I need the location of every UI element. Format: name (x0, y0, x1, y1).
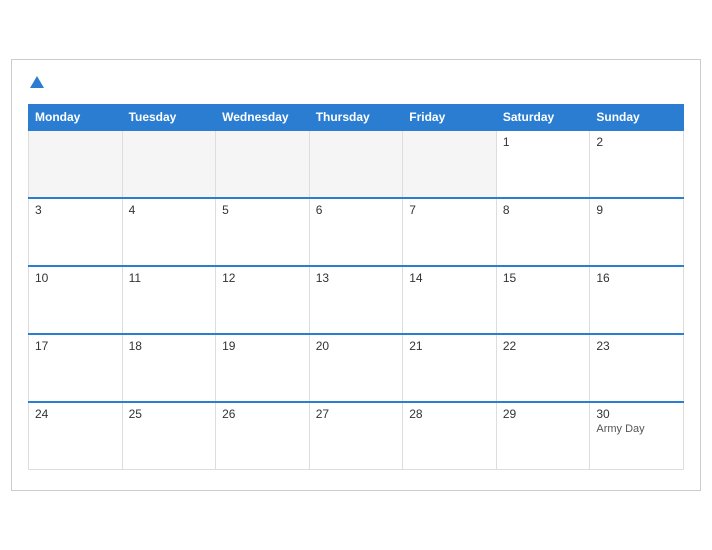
logo-triangle-icon (30, 76, 44, 88)
day-number: 26 (222, 407, 303, 421)
day-number: 9 (596, 203, 677, 217)
day-number: 4 (129, 203, 210, 217)
day-number: 15 (503, 271, 584, 285)
calendar-cell: 28 (403, 402, 497, 470)
day-number: 18 (129, 339, 210, 353)
day-number: 22 (503, 339, 584, 353)
calendar-cell: 5 (216, 198, 310, 266)
weekday-header: Monday (29, 104, 123, 130)
calendar-cell: 13 (309, 266, 403, 334)
weekday-header: Friday (403, 104, 497, 130)
calendar-week-row: 10 11 12 13 14 15 16 (29, 266, 684, 334)
calendar-cell: 2 (590, 130, 684, 198)
calendar-cell: 20 (309, 334, 403, 402)
calendar-cell: 6 (309, 198, 403, 266)
day-number: 6 (316, 203, 397, 217)
calendar-cell: 7 (403, 198, 497, 266)
calendar-cell: 8 (496, 198, 590, 266)
weekday-header: Thursday (309, 104, 403, 130)
day-number: 29 (503, 407, 584, 421)
calendar-cell: 30 Army Day (590, 402, 684, 470)
calendar-cell: 11 (122, 266, 216, 334)
day-number: 1 (503, 135, 584, 149)
day-number: 16 (596, 271, 677, 285)
day-number: 14 (409, 271, 490, 285)
calendar-cell (29, 130, 123, 198)
weekday-header: Wednesday (216, 104, 310, 130)
calendar-cell: 12 (216, 266, 310, 334)
calendar-week-row: 12 (29, 130, 684, 198)
calendar-cell: 19 (216, 334, 310, 402)
calendar-cell: 10 (29, 266, 123, 334)
day-number: 25 (129, 407, 210, 421)
weekday-header: Saturday (496, 104, 590, 130)
weekday-header: Tuesday (122, 104, 216, 130)
calendar-cell (403, 130, 497, 198)
day-number: 10 (35, 271, 116, 285)
day-number: 17 (35, 339, 116, 353)
day-number: 8 (503, 203, 584, 217)
calendar-cell: 14 (403, 266, 497, 334)
calendar-cell: 16 (590, 266, 684, 334)
day-event: Army Day (596, 423, 677, 435)
calendar-cell: 26 (216, 402, 310, 470)
day-number: 21 (409, 339, 490, 353)
day-number: 28 (409, 407, 490, 421)
day-number: 11 (129, 271, 210, 285)
calendar-week-row: 17 18 19 20 21 22 23 (29, 334, 684, 402)
calendar-cell: 21 (403, 334, 497, 402)
calendar-week-row: 24 25 26 27 28 29 30 Army Day (29, 402, 684, 470)
calendar-cell: 25 (122, 402, 216, 470)
calendar-cell: 9 (590, 198, 684, 266)
weekday-header-row: MondayTuesdayWednesdayThursdayFridaySatu… (29, 104, 684, 130)
calendar: MondayTuesdayWednesdayThursdayFridaySatu… (11, 59, 701, 492)
calendar-week-row: 3456789 (29, 198, 684, 266)
day-number: 3 (35, 203, 116, 217)
calendar-cell: 15 (496, 266, 590, 334)
day-number: 19 (222, 339, 303, 353)
day-number: 12 (222, 271, 303, 285)
calendar-thead: MondayTuesdayWednesdayThursdayFridaySatu… (29, 104, 684, 130)
day-number: 7 (409, 203, 490, 217)
calendar-cell (309, 130, 403, 198)
logo (28, 76, 44, 90)
day-number: 23 (596, 339, 677, 353)
calendar-tbody: 1234567891011121314151617181920212223242… (29, 130, 684, 470)
calendar-cell: 22 (496, 334, 590, 402)
day-number: 24 (35, 407, 116, 421)
day-number: 13 (316, 271, 397, 285)
calendar-cell: 3 (29, 198, 123, 266)
calendar-cell: 24 (29, 402, 123, 470)
day-number: 20 (316, 339, 397, 353)
calendar-cell: 23 (590, 334, 684, 402)
calendar-cell: 1 (496, 130, 590, 198)
calendar-cell: 27 (309, 402, 403, 470)
calendar-cell (122, 130, 216, 198)
calendar-cell: 4 (122, 198, 216, 266)
calendar-cell (216, 130, 310, 198)
day-number: 5 (222, 203, 303, 217)
day-number: 2 (596, 135, 677, 149)
day-number: 27 (316, 407, 397, 421)
calendar-grid: MondayTuesdayWednesdayThursdayFridaySatu… (28, 104, 684, 471)
calendar-cell: 18 (122, 334, 216, 402)
calendar-header (28, 76, 684, 90)
weekday-header: Sunday (590, 104, 684, 130)
calendar-cell: 29 (496, 402, 590, 470)
day-number: 30 (596, 407, 677, 421)
calendar-cell: 17 (29, 334, 123, 402)
